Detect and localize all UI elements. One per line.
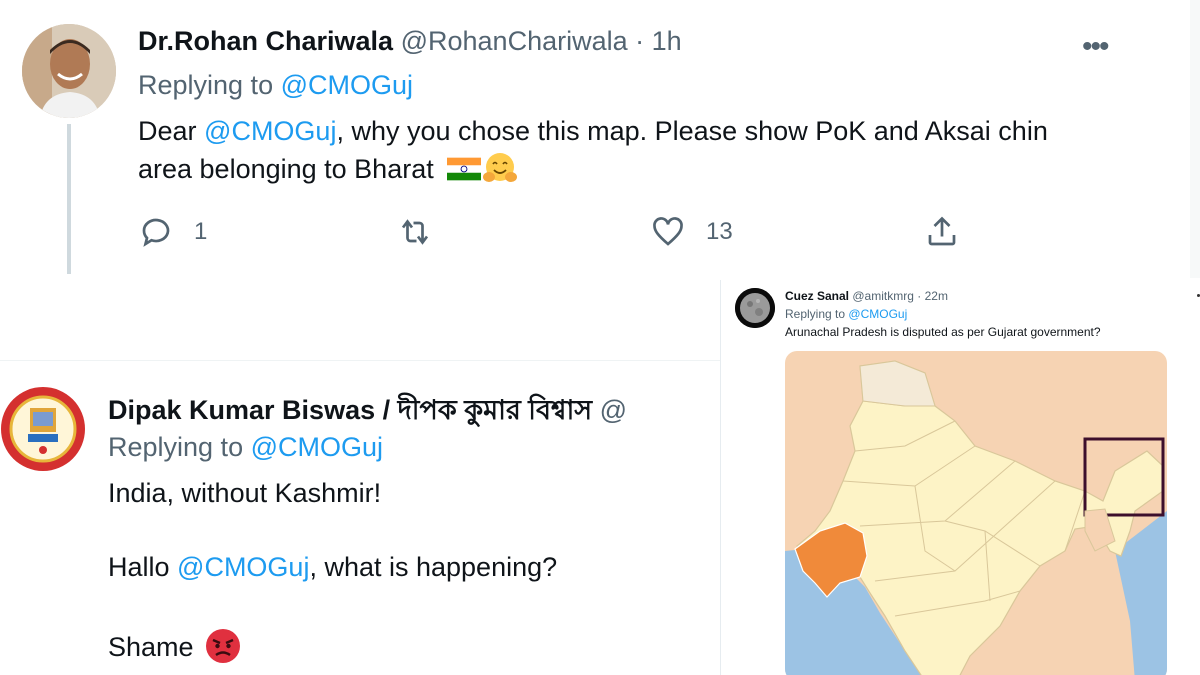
tweet-text-line: India, without Kashmir! (108, 478, 382, 508)
india-map-image[interactable] (785, 351, 1167, 675)
reply-icon (142, 218, 170, 247)
replying-to: Replying to @CMOGuj (785, 307, 907, 321)
separator: · (917, 289, 922, 303)
moon-avatar (735, 288, 775, 328)
mention-link[interactable]: @CMOGuj (177, 552, 309, 582)
timestamp[interactable]: 22m (925, 289, 948, 303)
handle[interactable]: @ (600, 395, 627, 425)
share-icon (928, 216, 956, 246)
mention-link[interactable]: @CMOGuj (204, 116, 336, 146)
replying-handle-link[interactable]: @CMOGuj (848, 307, 907, 321)
map-graphic (785, 360, 1167, 675)
tweet-header: Dr.Rohan Chariwala @RohanChariwala · 1h (138, 26, 682, 57)
display-name[interactable]: Dipak Kumar Biswas / দীপক কুমার বিশ্বাস (108, 395, 592, 425)
handle[interactable]: @amitkmrg (852, 289, 914, 303)
avatar[interactable] (0, 386, 86, 472)
replying-prefix: Replying to (138, 70, 274, 100)
replying-to: Replying to @CMOGuj (138, 70, 413, 101)
text-part: Hallo (108, 552, 178, 582)
tweet-cuez[interactable]: Cuez Sanal @amitkmrg · 22m Replying to @… (720, 280, 1200, 675)
separator: · (635, 26, 645, 56)
timestamp[interactable]: 1h (652, 26, 682, 56)
replying-handle-link[interactable]: @CMOGuj (281, 70, 413, 100)
display-name[interactable]: Dr.Rohan Chariwala (138, 26, 393, 56)
thread-line (67, 124, 71, 274)
tweet-text-line: Shame (108, 628, 241, 664)
angry-face-icon (206, 629, 241, 663)
more-options-icon[interactable]: ••• (1082, 30, 1109, 64)
retweet-icon (401, 219, 429, 245)
avatar[interactable] (22, 24, 116, 118)
heart-icon (653, 217, 683, 246)
avatar-portrait (22, 24, 116, 118)
india-flag-icon (447, 157, 482, 181)
text-part: area belonging to Bharat (138, 154, 434, 184)
avatar[interactable] (735, 288, 775, 328)
handle[interactable]: @RohanChariwala (401, 26, 628, 56)
share-action[interactable] (924, 212, 960, 252)
like-count: 13 (706, 218, 733, 245)
retweet-action[interactable] (397, 212, 453, 252)
replying-prefix: Replying to (785, 307, 846, 321)
tweet-dipak[interactable]: Dipak Kumar Biswas / দীপক কুমার বিশ্বাস … (0, 362, 720, 675)
text-part: , why you chose this map. Please show Po… (336, 116, 1048, 146)
like-action[interactable]: 13 (650, 212, 733, 252)
replying-handle-link[interactable]: @CMOGuj (251, 432, 383, 462)
tweet-text-line: Hallo @CMOGuj, what is happening? (108, 552, 557, 583)
display-name[interactable]: Cuez Sanal (785, 289, 849, 303)
page-edge (1190, 0, 1200, 278)
replying-prefix: Replying to (108, 432, 244, 462)
divider (0, 360, 720, 361)
text-part: , what is happening? (309, 552, 558, 582)
seal-logo (1, 387, 85, 471)
tweet-text: Arunachal Pradesh is disputed as per Guj… (785, 325, 1101, 339)
text-part: Shame (108, 632, 194, 662)
tweet-text: Dear @CMOGuj, why you chose this map. Pl… (138, 112, 1138, 188)
replying-to: Replying to @CMOGuj (108, 432, 383, 463)
text-part: Dear (138, 116, 205, 146)
hugging-face-icon (483, 153, 518, 182)
tweet-header: Cuez Sanal @amitkmrg · 22m (785, 289, 948, 303)
tweet-header: Dipak Kumar Biswas / দীপক কুমার বিশ্বাস … (108, 390, 627, 435)
tweet-rohan[interactable]: Dr.Rohan Chariwala @RohanChariwala · 1h … (0, 0, 1150, 278)
reply-action[interactable]: 1 (138, 212, 207, 252)
reply-count: 1 (194, 218, 208, 245)
